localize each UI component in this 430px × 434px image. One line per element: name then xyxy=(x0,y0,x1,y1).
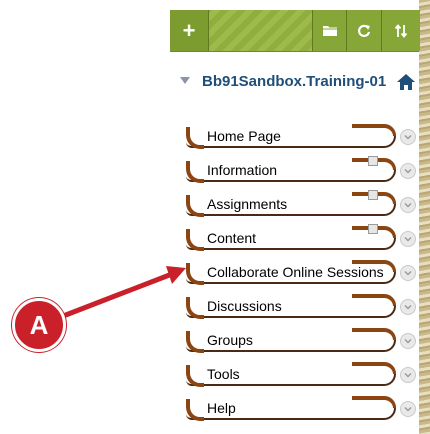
menu-item-label: Information xyxy=(207,162,278,178)
plus-icon: + xyxy=(182,17,196,43)
folder-icon xyxy=(322,26,337,36)
content-area-icon xyxy=(368,156,378,166)
menu-item-discussions[interactable]: Discussions xyxy=(186,294,416,319)
chevron-down-icon[interactable] xyxy=(400,197,416,213)
refresh-icon xyxy=(358,24,371,37)
menu-item-help[interactable]: Help xyxy=(186,396,416,421)
menu-item-label: Home Page xyxy=(207,128,281,144)
background-texture xyxy=(419,0,430,434)
menu-item-tools[interactable]: Tools xyxy=(186,362,416,387)
chevron-down-icon[interactable] xyxy=(400,163,416,179)
menu-item-content[interactable]: Content xyxy=(186,224,416,251)
menu-item-label: Content xyxy=(207,230,257,246)
chevron-down-icon[interactable] xyxy=(400,333,416,349)
menu-item-label: Assignments xyxy=(207,196,288,212)
refresh-button[interactable] xyxy=(346,10,381,51)
menu-item-home-page[interactable]: Home Page xyxy=(186,124,416,149)
chevron-down-icon[interactable] xyxy=(400,265,416,281)
menu-item-groups[interactable]: Groups xyxy=(186,328,416,353)
course-header: Bb91Sandbox.Training-01 xyxy=(178,70,418,110)
chevron-down-icon[interactable] xyxy=(400,367,416,383)
sort-icon xyxy=(394,23,408,38)
sort-button[interactable] xyxy=(381,10,420,51)
triangle-down-icon[interactable] xyxy=(180,77,190,84)
swoosh-decoration xyxy=(352,124,396,136)
callout-badge: A xyxy=(12,298,66,352)
menu-item-assignments[interactable]: Assignments xyxy=(186,190,416,217)
menu-item-label: Groups xyxy=(207,332,253,348)
chevron-down-icon[interactable] xyxy=(400,129,416,145)
chevron-down-icon[interactable] xyxy=(400,401,416,417)
chevron-down-icon[interactable] xyxy=(400,299,416,315)
chevron-down-icon[interactable] xyxy=(400,231,416,247)
content-area-icon xyxy=(368,190,378,200)
swoosh-decoration xyxy=(352,396,396,408)
swoosh-decoration xyxy=(352,362,396,374)
menu-item-label: Tools xyxy=(207,366,240,382)
home-icon[interactable] xyxy=(396,73,416,91)
swoosh-decoration xyxy=(352,328,396,340)
menu-item-information[interactable]: Information xyxy=(186,156,416,183)
course-menu-toolbar: + xyxy=(170,10,420,52)
menu-item-label: Collaborate Online Sessions xyxy=(207,264,384,280)
menu-item-collaborate-online-sessions[interactable]: Collaborate Online Sessions xyxy=(186,260,416,285)
content-area-icon xyxy=(368,224,378,234)
course-title[interactable]: Bb91Sandbox.Training-01 xyxy=(202,73,392,90)
swoosh-decoration xyxy=(352,294,396,306)
menu-item-label: Discussions xyxy=(207,298,282,314)
menu-item-label: Help xyxy=(207,400,236,416)
folder-view-button[interactable] xyxy=(312,10,346,51)
add-menu-item-button[interactable]: + xyxy=(170,10,209,51)
